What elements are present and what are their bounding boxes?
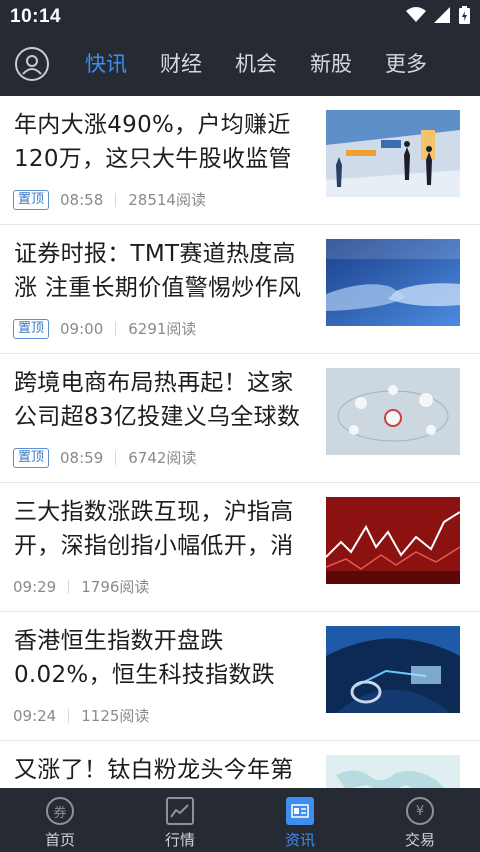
meta-divider [115, 321, 117, 336]
read-count: 1125阅读 [81, 707, 150, 725]
tab-trade-label: 交易 [404, 831, 435, 849]
read-count: 6291阅读 [128, 320, 197, 338]
news-title: 又涨了！钛白粉龙头今年第 [14, 757, 294, 783]
tab-trade[interactable]: ¥ 交易 [360, 788, 480, 852]
pinned-badge: 置顶 [13, 189, 50, 210]
top-header: 快讯 财经 机会 新股 更多 [0, 32, 480, 96]
read-count: 28514阅读 [128, 191, 206, 209]
tab-home-label: 首页 [44, 831, 75, 849]
news-thumbnail [326, 755, 460, 788]
news-title: 三大指数涨跌互现，沪指高开，深指创指小幅低开，消 [14, 499, 294, 559]
news-thumbnail [326, 626, 460, 713]
bottom-tab-bar: 券 首页 行情 资讯 ¥ 交易 [0, 788, 480, 852]
status-time: 10:14 [10, 6, 62, 27]
tab-news[interactable]: 资讯 [240, 788, 360, 852]
news-title: 跨境电商布局热再起！这家公司超83亿投建义乌全球数 [14, 370, 301, 430]
pinned-badge: 置顶 [13, 318, 50, 339]
news-thumbnail [326, 110, 460, 197]
battery-icon [459, 6, 470, 24]
meta-divider [68, 579, 70, 594]
news-time: 09:24 [13, 706, 57, 725]
news-time: 09:00 [60, 319, 104, 338]
news-item[interactable]: 证券时报：TMT赛道热度高涨 注重长期价值警惕炒作风 置顶 09:00 6291… [0, 225, 480, 354]
news-feed[interactable]: 年内大涨490%，户均赚近120万，这只大牛股收监管 置顶 08:58 2851… [0, 96, 480, 788]
wifi-icon [406, 7, 426, 22]
news-meta: 置顶 08:59 6742阅读 [13, 447, 196, 468]
tab-caijing[interactable]: 财经 [160, 49, 202, 79]
tab-kuaixun[interactable]: 快讯 [85, 49, 127, 79]
status-bar: 10:14 [0, 0, 480, 32]
tab-jihui[interactable]: 机会 [235, 49, 277, 79]
meta-divider [115, 192, 117, 207]
news-item[interactable]: 年内大涨490%，户均赚近120万，这只大牛股收监管 置顶 08:58 2851… [0, 96, 480, 225]
news-item[interactable]: 香港恒生指数开盘跌0.02%，恒生科技指数跌 09:24 1125阅读 [0, 612, 480, 741]
news-thumbnail [326, 239, 460, 326]
meta-divider [68, 708, 70, 723]
news-time: 09:29 [13, 577, 57, 596]
news-title: 年内大涨490%，户均赚近120万，这只大牛股收监管 [14, 112, 292, 172]
tab-home[interactable]: 券 首页 [0, 788, 120, 852]
home-coupon-icon: 券 [46, 797, 74, 825]
tab-gengduo[interactable]: 更多 [385, 49, 427, 79]
pinned-badge: 置顶 [13, 447, 50, 468]
news-item[interactable]: 又涨了！钛白粉龙头今年第 [0, 741, 480, 788]
news-meta: 置顶 09:00 6291阅读 [13, 318, 196, 339]
news-meta: 09:24 1125阅读 [13, 705, 149, 726]
news-time: 08:58 [60, 190, 104, 209]
trade-yen-icon: ¥ [406, 797, 434, 825]
category-tabs: 快讯 财经 机会 新股 更多 [85, 49, 460, 79]
news-meta: 09:29 1796阅读 [13, 576, 149, 597]
news-time: 08:59 [60, 448, 104, 467]
news-thumbnail [326, 497, 460, 584]
signal-icon [434, 7, 450, 23]
news-item[interactable]: 跨境电商布局热再起！这家公司超83亿投建义乌全球数 置顶 08:59 6742阅… [0, 354, 480, 483]
news-title: 香港恒生指数开盘跌0.02%，恒生科技指数跌 [14, 628, 275, 688]
news-title: 证券时报：TMT赛道热度高涨 注重长期价值警惕炒作风 [14, 241, 302, 301]
meta-divider [115, 450, 117, 465]
read-count: 1796阅读 [81, 578, 150, 596]
market-chart-icon [166, 797, 194, 825]
read-count: 6742阅读 [128, 449, 197, 467]
tab-xingu[interactable]: 新股 [310, 49, 352, 79]
tab-news-label: 资讯 [284, 831, 315, 849]
tab-market-label: 行情 [164, 831, 195, 849]
user-icon [22, 55, 42, 75]
news-meta: 置顶 08:58 28514阅读 [13, 189, 206, 210]
news-icon [286, 797, 314, 825]
news-thumbnail [326, 368, 460, 455]
user-avatar-button[interactable] [15, 47, 49, 81]
tab-market[interactable]: 行情 [120, 788, 240, 852]
news-item[interactable]: 三大指数涨跌互现，沪指高开，深指创指小幅低开，消 09:29 1796阅读 [0, 483, 480, 612]
